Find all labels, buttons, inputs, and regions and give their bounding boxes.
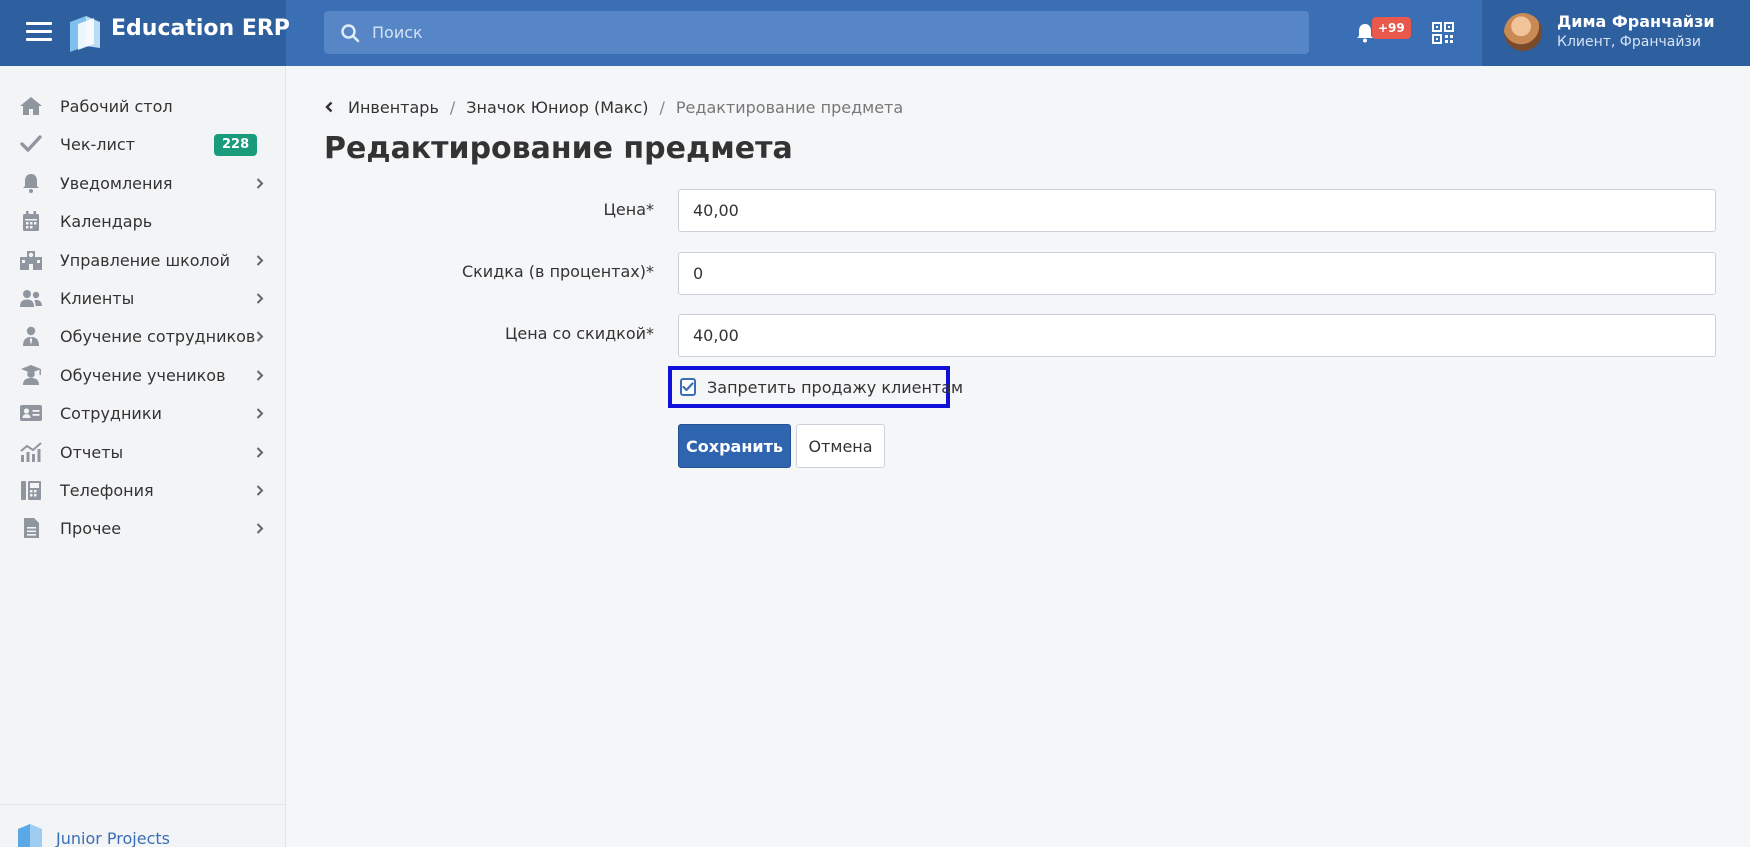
price-input[interactable] bbox=[678, 189, 1716, 232]
chevron-right-icon bbox=[256, 446, 264, 458]
id-card-icon bbox=[17, 402, 45, 424]
sidebar-item-label: Клиенты bbox=[60, 288, 135, 308]
sidebar-item-school-management[interactable]: Управление школой bbox=[0, 241, 285, 279]
check-icon bbox=[17, 133, 45, 155]
sidebar-item-staff-training[interactable]: Обучение сотрудников bbox=[0, 317, 285, 355]
breadcrumb-separator: / bbox=[449, 97, 456, 117]
cancel-button[interactable]: Отмена bbox=[796, 424, 885, 468]
chevron-right-icon bbox=[256, 408, 264, 419]
chevron-left-icon[interactable] bbox=[324, 101, 334, 113]
app-name: Education ERP bbox=[111, 16, 290, 41]
chevron-right-icon bbox=[256, 370, 264, 381]
price-label: Цена* bbox=[603, 200, 654, 219]
fax-icon bbox=[17, 479, 45, 501]
qr-code-icon[interactable] bbox=[1432, 22, 1454, 44]
checklist-count-badge: 228 bbox=[214, 134, 258, 157]
discounted-price-label: Цена со скидкой* bbox=[504, 324, 654, 343]
sidebar-item-label: Отчеты bbox=[60, 442, 124, 462]
chevron-right-icon bbox=[256, 523, 264, 535]
forbid-sale-label: Запретить продажу клиентам bbox=[707, 377, 964, 397]
menu-toggle-icon[interactable] bbox=[26, 22, 52, 42]
discounted-price-input[interactable] bbox=[678, 314, 1716, 357]
breadcrumb: Инвентарь / Значок Юниор (Макс) / Редакт… bbox=[324, 96, 903, 118]
sidebar-item-telephony[interactable]: Телефония bbox=[0, 471, 285, 509]
chevron-right-icon bbox=[256, 331, 264, 343]
forbid-sale-option[interactable]: Запретить продажу клиентам bbox=[668, 366, 963, 408]
sidebar-item-label: Управление школой bbox=[60, 250, 230, 270]
sidebar-item-dashboard[interactable]: Рабочий стол bbox=[0, 87, 285, 125]
junior-projects-logo-icon bbox=[18, 824, 42, 847]
user-menu[interactable]: Дима Франчайзи Клиент, Франчайзи bbox=[1482, 0, 1750, 66]
search-icon bbox=[341, 24, 360, 43]
discount-input[interactable] bbox=[678, 252, 1716, 295]
user-role: Клиент, Франчайзи bbox=[1557, 34, 1701, 50]
sidebar-nav: Рабочий стол Чек-лист 228 Уведомления Ка… bbox=[0, 66, 285, 548]
graduation-icon bbox=[17, 364, 45, 386]
app-logo-icon bbox=[70, 16, 100, 52]
search-input[interactable] bbox=[372, 11, 1272, 54]
chart-icon bbox=[17, 441, 45, 463]
sidebar-item-label: Календарь bbox=[60, 212, 153, 232]
notifications-badge: +99 bbox=[1372, 17, 1411, 39]
sidebar: Рабочий стол Чек-лист 228 Уведомления Ка… bbox=[0, 66, 286, 847]
document-icon bbox=[17, 517, 45, 539]
discount-label: Скидка (в процентах)* bbox=[461, 262, 654, 281]
home-icon bbox=[17, 95, 45, 117]
sidebar-item-label: Телефония bbox=[60, 480, 154, 500]
avatar bbox=[1504, 13, 1542, 51]
school-icon bbox=[17, 249, 45, 271]
breadcrumb-item-link[interactable]: Значок Юниор (Макс) bbox=[466, 98, 648, 117]
users-icon bbox=[17, 287, 45, 309]
sidebar-item-label: Прочее bbox=[60, 519, 122, 539]
sidebar-item-reports[interactable]: Отчеты bbox=[0, 433, 285, 471]
chevron-right-icon bbox=[256, 178, 264, 189]
sidebar-item-employees[interactable]: Сотрудники bbox=[0, 394, 285, 432]
breadcrumb-inventory-link[interactable]: Инвентарь bbox=[348, 98, 439, 117]
sidebar-item-clients[interactable]: Клиенты bbox=[0, 279, 285, 317]
save-button[interactable]: Сохранить bbox=[678, 424, 791, 468]
page-title: Редактирование предмета bbox=[324, 131, 793, 166]
sidebar-footer[interactable]: Junior Projects bbox=[0, 804, 286, 847]
sidebar-item-label: Чек-лист bbox=[60, 135, 135, 155]
checkmark-icon bbox=[682, 382, 694, 392]
forbid-sale-checkbox[interactable] bbox=[680, 378, 696, 396]
sidebar-item-calendar[interactable]: Календарь bbox=[0, 202, 285, 240]
search-bar[interactable] bbox=[324, 11, 1309, 54]
chevron-right-icon bbox=[256, 485, 264, 496]
footer-label: Junior Projects bbox=[56, 829, 170, 847]
sidebar-item-checklist[interactable]: Чек-лист 228 bbox=[0, 125, 285, 163]
chevron-right-icon bbox=[256, 254, 264, 266]
sidebar-item-notifications[interactable]: Уведомления bbox=[0, 164, 285, 202]
breadcrumb-current: Редактирование предмета bbox=[675, 97, 904, 117]
breadcrumb-separator: / bbox=[659, 97, 665, 117]
sidebar-item-label: Рабочий стол bbox=[60, 97, 173, 116]
sidebar-item-label: Обучение сотрудников bbox=[60, 327, 256, 347]
bell-icon bbox=[17, 172, 45, 194]
sidebar-item-label: Обучение учеников bbox=[60, 365, 226, 385]
sidebar-item-label: Сотрудники bbox=[60, 404, 162, 424]
calendar-icon bbox=[17, 210, 45, 232]
sidebar-item-label: Уведомления bbox=[60, 173, 173, 193]
sidebar-item-other[interactable]: Прочее bbox=[0, 509, 285, 547]
brand-area: Education ERP bbox=[0, 0, 290, 66]
staff-training-icon bbox=[17, 325, 45, 347]
chevron-right-icon bbox=[256, 293, 264, 304]
user-name: Дима Франчайзи bbox=[1557, 12, 1715, 31]
top-bar: Education ERP +99 Дима Франчайзи Клиент,… bbox=[0, 0, 1750, 66]
sidebar-item-student-training[interactable]: Обучение учеников bbox=[0, 356, 285, 394]
